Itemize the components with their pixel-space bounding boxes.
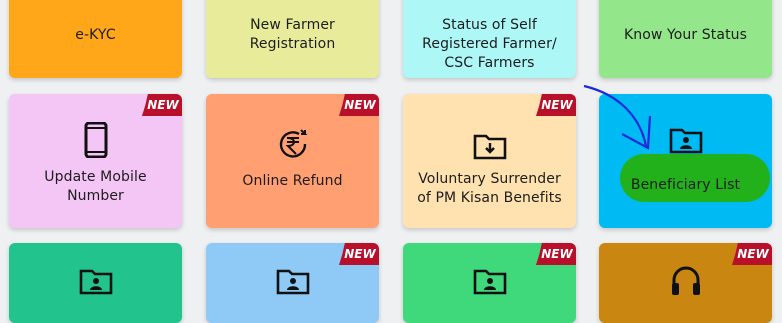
card-row3-2[interactable]: NEW xyxy=(206,243,379,323)
mobile-phone-icon xyxy=(84,122,107,158)
card-row3-1[interactable] xyxy=(9,243,182,323)
card-voluntary-surrender[interactable]: Voluntary Surrender of PM Kisan Benefits… xyxy=(403,94,576,228)
card-row3-3[interactable]: NEW xyxy=(403,243,576,323)
card-row3-4[interactable]: NEW xyxy=(599,243,772,323)
headphones-icon xyxy=(671,266,700,295)
card-label: Know Your Status xyxy=(623,26,748,43)
new-badge: NEW xyxy=(536,243,576,265)
folder-user-icon xyxy=(473,269,506,295)
card-new-farmer-registration[interactable]: New Farmer Registration xyxy=(206,0,379,78)
card-e-kyc[interactable]: e-KYC xyxy=(9,0,182,78)
card-label: e-KYC xyxy=(75,26,116,43)
card-label: Online Refund xyxy=(242,172,343,189)
card-label: Status of Self Registered Farmer/ CSC Fa… xyxy=(422,16,557,71)
new-badge: NEW xyxy=(142,94,182,116)
card-update-mobile-number[interactable]: Update Mobile Number NEW xyxy=(9,94,182,228)
card-label: Beneficiary List xyxy=(630,176,741,193)
card-status-self-registered[interactable]: Status of Self Registered Farmer/ CSC Fa… xyxy=(403,0,576,78)
folder-user-icon xyxy=(669,128,702,153)
card-label: New Farmer Registration xyxy=(249,17,336,52)
new-badge: NEW xyxy=(732,243,772,265)
folder-user-icon xyxy=(276,269,309,295)
new-badge: NEW xyxy=(339,243,379,265)
card-label: Update Mobile Number xyxy=(44,169,147,204)
folder-user-icon xyxy=(79,269,112,295)
annotation-arrow xyxy=(583,84,652,150)
card-online-refund[interactable]: Online Refund NEW xyxy=(206,94,379,228)
new-badge: NEW xyxy=(339,94,379,116)
folder-download-icon xyxy=(473,134,506,160)
new-badge: NEW xyxy=(536,94,576,116)
rupee-refund-icon xyxy=(279,128,307,158)
card-know-your-status[interactable]: Know Your Status xyxy=(599,0,772,78)
card-label: Voluntary Surrender of PM Kisan Benefits xyxy=(417,171,562,206)
